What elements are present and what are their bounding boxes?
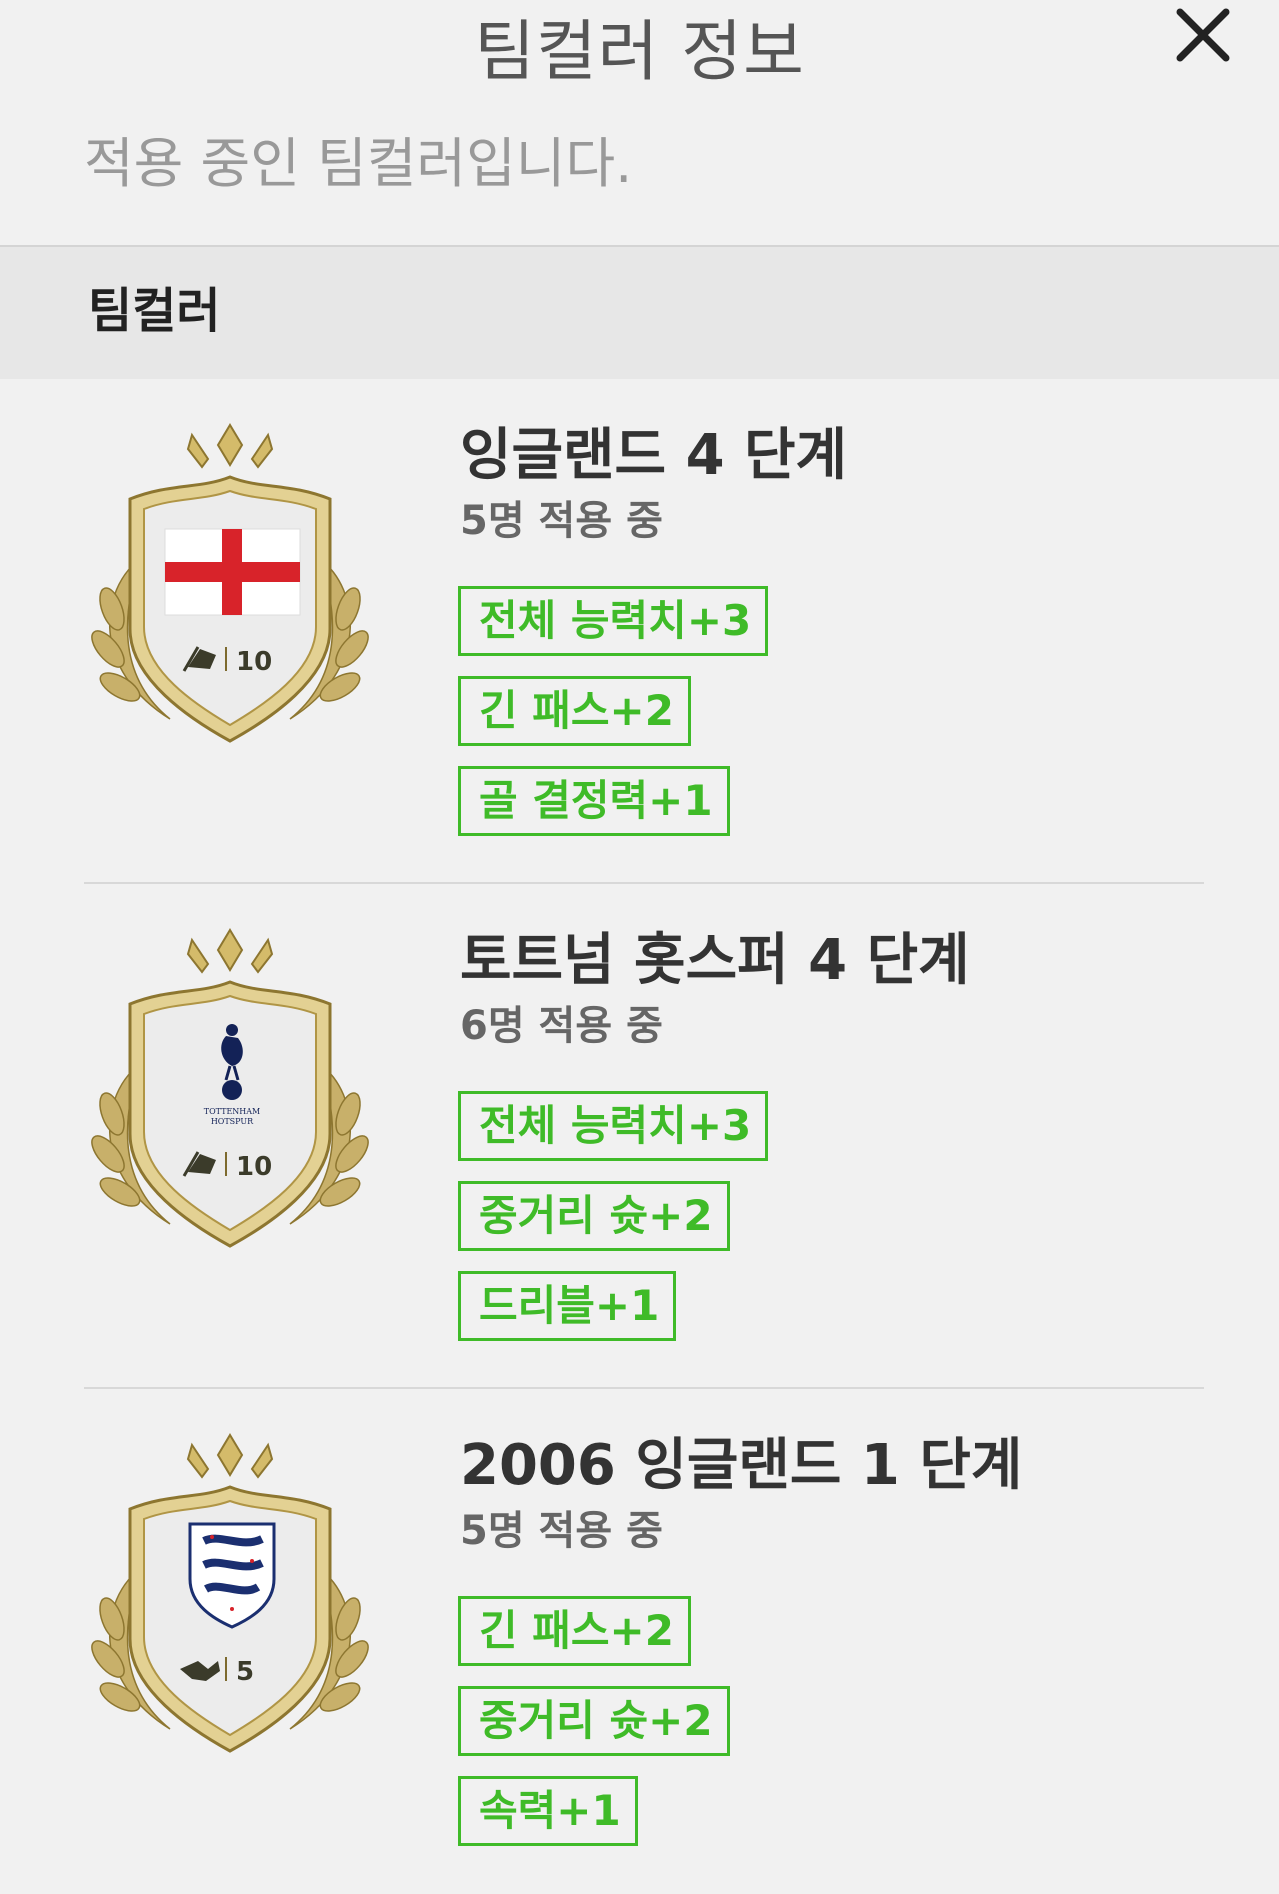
team-color-item: 10 잉글랜드 4 단계 5명 적용 중 전체 능력치+3 긴 패스+2 골 결…: [0, 379, 1279, 884]
applied-count: 5명 적용 중: [460, 1508, 663, 1554]
badge-number: 10: [236, 647, 272, 677]
team-badge: TOTTENHAM HOTSPUR 10: [80, 924, 380, 1264]
club-name: 2006 잉글랜드 1 단계: [460, 1433, 1023, 1498]
england-flag-icon: [164, 528, 301, 616]
badge-number: 5: [236, 1657, 254, 1687]
bonus-list: 전체 능력치+3 긴 패스+2 골 결정력+1: [458, 586, 769, 856]
team-color-item: TOTTENHAM HOTSPUR 10 토트넘 홋스퍼 4 단계 6명 적용 …: [0, 884, 1279, 1389]
bonus-tag: 긴 패스+2: [458, 676, 691, 746]
badge-number: 10: [236, 1152, 272, 1182]
section-label: 팀컬러: [88, 283, 221, 339]
bonus-tag: 드리블+1: [458, 1271, 677, 1341]
bonus-tag: 중거리 슛+2: [458, 1181, 730, 1251]
team-color-item: 5 2006 잉글랜드 1 단계 5명 적용 중 긴 패스+2 중거리 슛+2 …: [0, 1389, 1279, 1894]
close-icon[interactable]: [1168, 0, 1238, 70]
bonus-tag: 골 결정력+1: [458, 766, 730, 836]
team-badge: 10: [80, 419, 380, 759]
bonus-tag: 중거리 슛+2: [458, 1686, 730, 1756]
crown-icon: [186, 928, 274, 974]
club-badge-text: TOTTENHAM: [204, 1107, 261, 1116]
club-badge-text: HOTSPUR: [211, 1117, 254, 1126]
bonus-tag: 긴 패스+2: [458, 1596, 691, 1666]
header: 팀컬러 정보 적용 중인 팀컬러입니다.: [0, 0, 1279, 245]
club-name: 잉글랜드 4 단계: [460, 423, 848, 488]
applied-count: 5명 적용 중: [460, 498, 663, 544]
bonus-tag: 속력+1: [458, 1776, 638, 1846]
bonus-tag: 전체 능력치+3: [458, 1091, 769, 1161]
page-subtitle: 적용 중인 팀컬러입니다.: [84, 132, 633, 195]
applied-count: 6명 적용 중: [460, 1003, 663, 1049]
team-badge: 5: [80, 1429, 380, 1769]
page-title: 팀컬러 정보: [474, 13, 805, 90]
bonus-list: 전체 능력치+3 중거리 슛+2 드리블+1: [458, 1091, 769, 1361]
crown-icon: [186, 423, 274, 469]
bonus-tag: 전체 능력치+3: [458, 586, 769, 656]
crown-icon: [186, 1433, 274, 1479]
club-name: 토트넘 홋스퍼 4 단계: [460, 928, 970, 993]
bonus-list: 긴 패스+2 중거리 슛+2 속력+1: [458, 1596, 730, 1866]
section-header: 팀컬러: [0, 247, 1279, 379]
